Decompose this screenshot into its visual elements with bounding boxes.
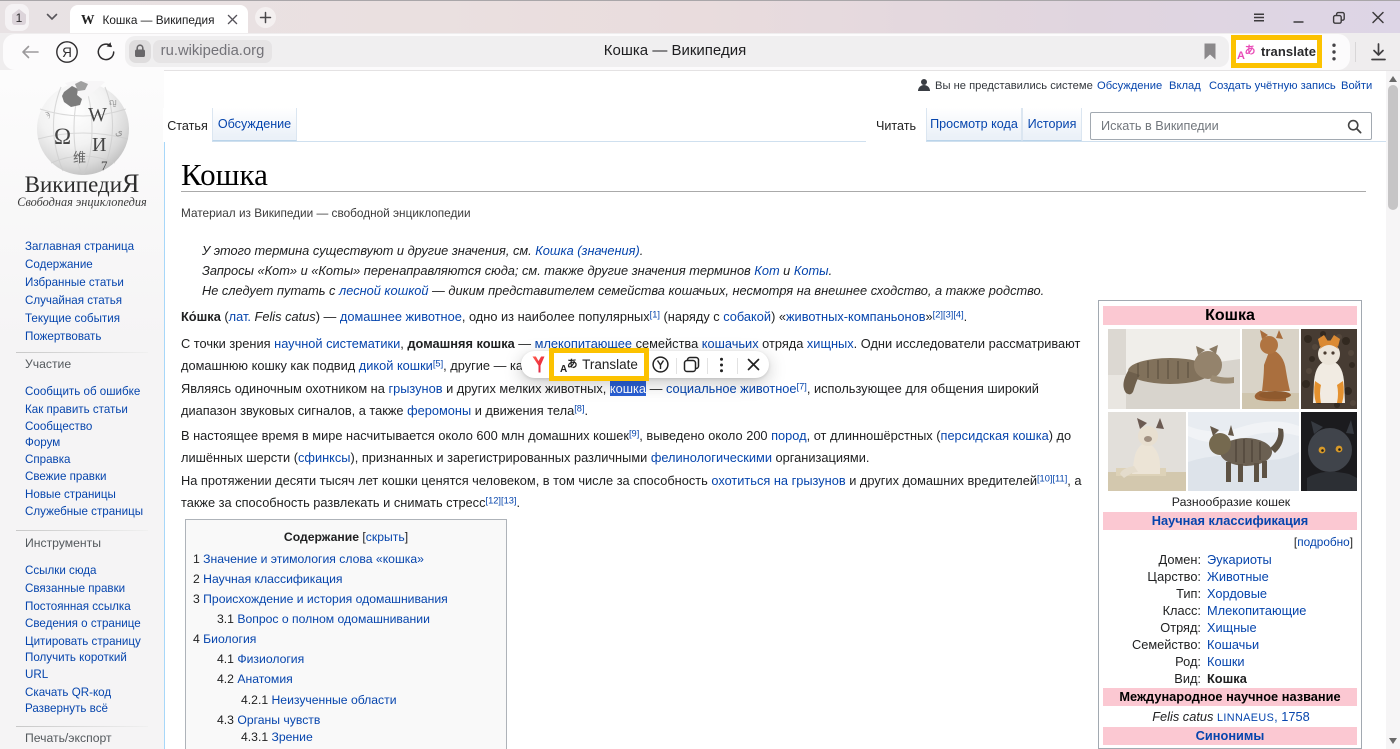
- svg-text:あ: あ: [567, 357, 578, 370]
- svg-text:ϡ: ϡ: [45, 109, 50, 119]
- svg-text:Я: Я: [62, 45, 72, 60]
- svg-text:あ: あ: [1244, 44, 1255, 57]
- svg-text:ى: ى: [115, 127, 123, 138]
- svg-text:И: И: [92, 134, 106, 156]
- svg-text:Ω: Ω: [54, 124, 71, 149]
- svg-text:W: W: [88, 104, 107, 126]
- svg-text:ญ: ญ: [109, 97, 117, 107]
- svg-text:1: 1: [16, 11, 23, 25]
- svg-text:维: 维: [73, 150, 86, 165]
